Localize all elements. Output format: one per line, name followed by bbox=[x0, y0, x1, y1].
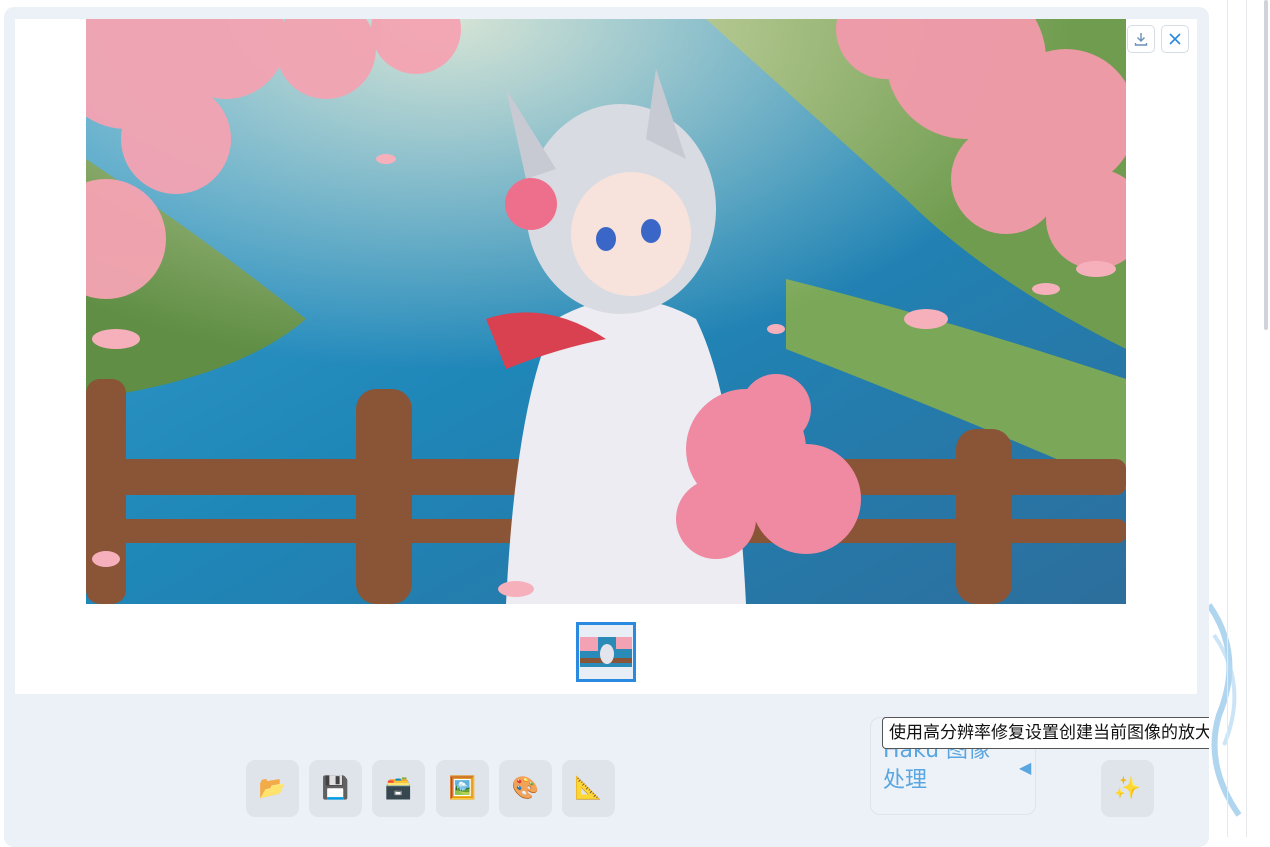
folder-icon: 📂 bbox=[258, 776, 287, 801]
triangle-ruler-icon: 📐 bbox=[574, 776, 603, 801]
decorative-swirl bbox=[1209, 603, 1242, 817]
send-to-image-button[interactable]: 🖼️ bbox=[436, 760, 489, 817]
send-to-extras-button[interactable]: 📐 bbox=[562, 760, 615, 817]
open-folder-button[interactable]: 📂 bbox=[246, 760, 299, 817]
download-button[interactable] bbox=[1127, 25, 1155, 53]
sparkles-icon: ✨ bbox=[1113, 776, 1142, 801]
palette-icon: 🎨 bbox=[511, 776, 540, 801]
thumbnail-image bbox=[580, 637, 632, 667]
scrollbar-thumb[interactable] bbox=[1264, 0, 1268, 330]
save-icon: 💾 bbox=[321, 776, 350, 801]
generated-image bbox=[86, 19, 1126, 604]
save-button[interactable]: 💾 bbox=[309, 760, 362, 817]
send-to-inpaint-button[interactable]: 🎨 bbox=[499, 760, 552, 817]
close-icon bbox=[1169, 33, 1181, 45]
right-sidebar bbox=[1209, 0, 1270, 837]
close-button[interactable] bbox=[1161, 25, 1189, 53]
download-icon bbox=[1134, 33, 1148, 46]
zip-save-button[interactable]: 🗃️ bbox=[372, 760, 425, 817]
collapse-arrow-icon: ◀ bbox=[1019, 758, 1032, 777]
divider bbox=[1246, 0, 1247, 837]
archive-icon: 🗃️ bbox=[384, 776, 413, 801]
picture-icon: 🖼️ bbox=[448, 776, 477, 801]
upscale-tooltip: 使用高分辨率修复设置创建当前图像的放大版本 bbox=[882, 717, 1253, 749]
upscale-button[interactable]: ✨ bbox=[1101, 760, 1154, 817]
thumbnail-0[interactable] bbox=[576, 622, 636, 682]
main-image[interactable] bbox=[86, 19, 1126, 604]
divider bbox=[1227, 0, 1228, 837]
